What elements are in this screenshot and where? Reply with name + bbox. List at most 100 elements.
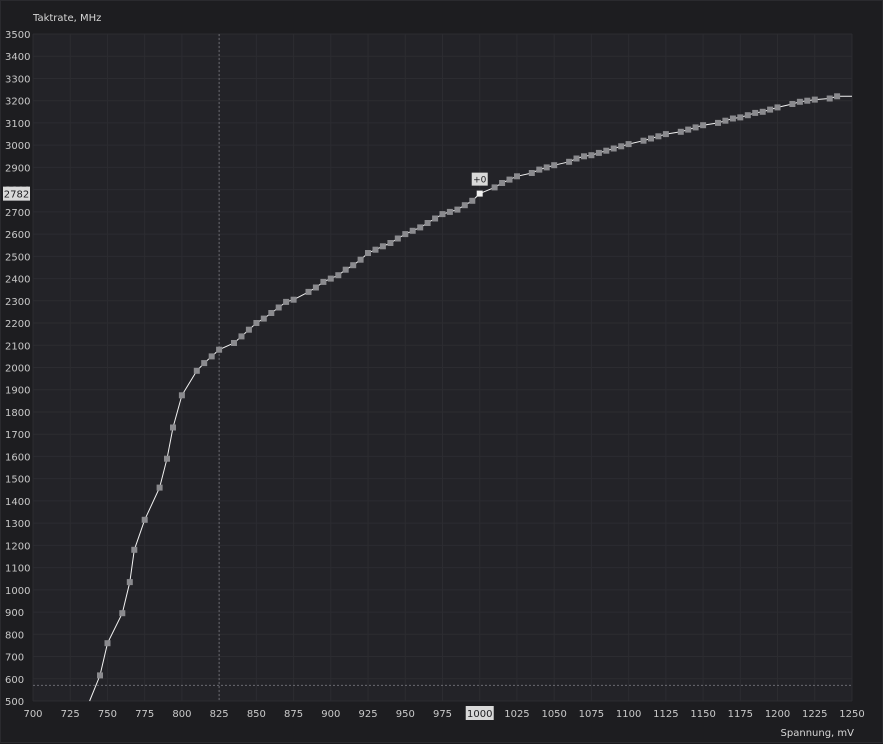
curve-point[interactable]: [417, 224, 424, 231]
curve-point[interactable]: [543, 164, 550, 171]
curve-point[interactable]: [104, 640, 111, 647]
curve-point[interactable]: [275, 304, 282, 311]
curve-point[interactable]: [722, 117, 729, 124]
curve-point[interactable]: [581, 153, 587, 160]
curve-point[interactable]: [394, 235, 401, 242]
curve-point[interactable]: [767, 106, 774, 113]
curve-point[interactable]: [409, 227, 416, 234]
curve-point[interactable]: [201, 360, 208, 367]
curve-point[interactable]: [342, 266, 349, 273]
y-tick-label: 1300: [5, 519, 30, 530]
curve-point[interactable]: [625, 141, 632, 148]
curve-point[interactable]: [170, 424, 176, 431]
curve-point[interactable]: [387, 240, 394, 246]
curve-point[interactable]: [692, 124, 699, 131]
curve-point[interactable]: [744, 112, 751, 119]
curve-point[interactable]: [499, 180, 506, 186]
curve-point[interactable]: [305, 288, 312, 295]
curve-point[interactable]: [715, 119, 721, 126]
y-tick-label: 3400: [5, 52, 30, 63]
curve-point[interactable]: [216, 346, 223, 353]
curve-point[interactable]: [700, 122, 707, 129]
curve-point[interactable]: [506, 176, 513, 183]
curve-point[interactable]: [834, 93, 841, 100]
curve-point[interactable]: [469, 197, 476, 204]
curve-point[interactable]: [729, 115, 736, 122]
curve-point[interactable]: [402, 231, 409, 238]
curve-point[interactable]: [327, 275, 334, 282]
curve-point[interactable]: [774, 104, 781, 111]
curve-point[interactable]: [648, 135, 654, 142]
curve-point[interactable]: [804, 97, 811, 104]
x-tick-label: 1150: [690, 709, 715, 720]
curve-point[interactable]: [618, 143, 625, 150]
curve-point[interactable]: [491, 184, 498, 191]
curve-point[interactable]: [335, 272, 342, 279]
curve-point[interactable]: [737, 114, 744, 121]
curve-point[interactable]: [588, 152, 595, 159]
curve-point[interactable]: [260, 315, 267, 322]
curve-point[interactable]: [432, 215, 439, 222]
curve-point[interactable]: [268, 310, 275, 316]
curve-point[interactable]: [685, 126, 692, 133]
curve-point[interactable]: [156, 484, 163, 491]
curve-point[interactable]: [312, 284, 319, 291]
curve-point[interactable]: [454, 206, 461, 213]
curve-point[interactable]: [178, 392, 185, 399]
curve-point[interactable]: [164, 455, 170, 462]
curve-point[interactable]: [811, 96, 818, 103]
curve-point[interactable]: [357, 256, 364, 263]
curve-point[interactable]: [677, 128, 684, 135]
curve-point[interactable]: [141, 516, 148, 523]
selected-point[interactable]: [476, 190, 483, 197]
curve-point[interactable]: [365, 250, 371, 256]
curve-point[interactable]: [231, 340, 237, 346]
y-tick-label: 800: [5, 630, 24, 641]
y-tick-label: 500: [5, 697, 24, 708]
y-axis-ticks: 500 600 700 800 900 1000 1100 1200 1300 1400 1500 1…: [5, 30, 30, 708]
curve-point[interactable]: [610, 145, 617, 152]
curve-point[interactable]: [126, 579, 133, 586]
curve-point[interactable]: [446, 208, 453, 215]
curve-point[interactable]: [536, 166, 543, 173]
curve-point[interactable]: [283, 298, 290, 305]
curve-point[interactable]: [528, 170, 535, 176]
curve-point[interactable]: [119, 610, 126, 617]
y-tick-label: 2400: [5, 275, 30, 286]
curve-point[interactable]: [566, 158, 573, 165]
curve-point[interactable]: [439, 211, 446, 218]
curve-point[interactable]: [752, 109, 759, 116]
y-tick-label: 3100: [5, 119, 30, 130]
curve-point[interactable]: [350, 262, 357, 269]
curve-point[interactable]: [573, 155, 580, 162]
curve-point[interactable]: [245, 326, 252, 333]
curve-point[interactable]: [461, 202, 468, 209]
curve-point[interactable]: [372, 246, 379, 253]
y-tick-label: 2600: [5, 230, 30, 241]
curve-point[interactable]: [662, 131, 669, 138]
curve-point[interactable]: [131, 546, 138, 553]
curve-point[interactable]: [551, 162, 558, 169]
curve-point[interactable]: [603, 147, 610, 154]
curve-point[interactable]: [97, 672, 103, 679]
curve-point[interactable]: [640, 137, 647, 144]
curve-point[interactable]: [208, 353, 215, 360]
curve-point[interactable]: [379, 243, 386, 250]
x-tick-label: 1225: [802, 709, 827, 720]
curve-point[interactable]: [759, 108, 766, 115]
curve-point[interactable]: [253, 320, 260, 326]
y-tick-label: 1100: [5, 564, 30, 575]
curve-point[interactable]: [320, 278, 327, 285]
curve-point[interactable]: [655, 133, 662, 140]
curve-point[interactable]: [796, 98, 803, 105]
curve-point[interactable]: [514, 173, 520, 180]
voltage-frequency-chart[interactable]: 500 600 700 800 900 1000 1100 1200 1300 1400 1500 1…: [1, 1, 883, 744]
curve-point[interactable]: [789, 101, 796, 107]
curve-point[interactable]: [826, 95, 833, 102]
curve-point[interactable]: [290, 296, 297, 303]
curve-point[interactable]: [424, 220, 431, 226]
curve-point[interactable]: [238, 333, 245, 340]
curve-point[interactable]: [595, 149, 602, 156]
curve-point[interactable]: [193, 367, 200, 374]
x-tick-label: 925: [358, 709, 377, 720]
